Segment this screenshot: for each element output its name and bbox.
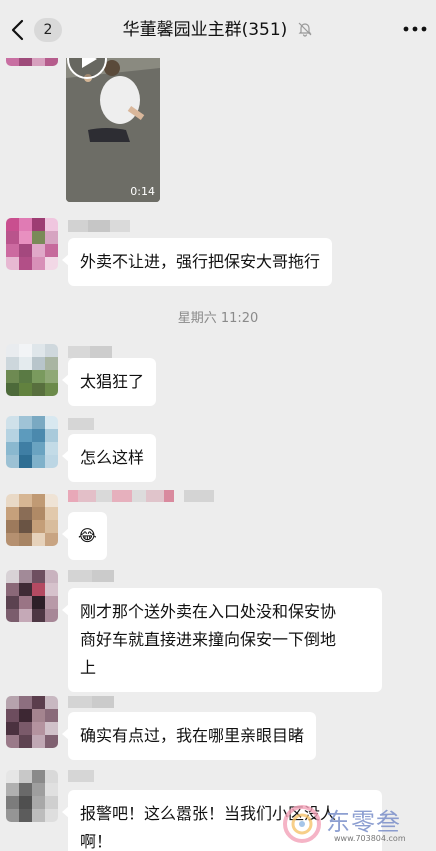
video-duration: 0:14	[130, 185, 155, 198]
video-message[interactable]: 0:14	[66, 38, 160, 202]
title-wrap: 华董馨园业主群(351)	[60, 18, 376, 42]
chevron-left-icon	[11, 19, 24, 41]
back-button[interactable]: 2	[8, 16, 62, 44]
message-bubble[interactable]: 刚才那个送外卖在入口处没和保安协 商好车就直接进来撞向保安一下倒地 上	[62, 588, 382, 692]
sender-name-redacted	[68, 490, 214, 502]
message-row: 太猖狂了	[0, 344, 436, 406]
message-bubble[interactable]: 太猖狂了	[61, 358, 157, 406]
avatar[interactable]	[6, 218, 58, 270]
watermark-brand: 东零叁	[326, 808, 401, 836]
unread-count-badge: 2	[34, 18, 62, 42]
avatar[interactable]	[6, 494, 58, 546]
mute-bell-icon	[298, 22, 312, 37]
sender-name-redacted	[68, 220, 130, 232]
sender-name-redacted	[68, 696, 114, 708]
watermark-logo-icon	[283, 805, 321, 843]
message-row: 确实有点过，我在哪里亲眼目睹	[0, 694, 436, 760]
avatar[interactable]	[6, 696, 58, 748]
avatar[interactable]	[6, 416, 58, 468]
chat-header: 2 华董馨园业主群(351)	[0, 0, 436, 58]
sender-name-redacted	[68, 346, 112, 358]
message-bubble[interactable]: 外卖不让进，强行把保安大哥拖行	[61, 238, 333, 286]
sender-name-redacted	[68, 418, 94, 430]
sender-name-redacted	[68, 770, 94, 782]
avatar[interactable]	[6, 344, 58, 396]
avatar[interactable]	[6, 770, 58, 822]
message-bubble[interactable]: 怎么这样	[61, 434, 157, 482]
avatar[interactable]	[6, 570, 58, 622]
chat-title: 华董馨园业主群(351)	[122, 20, 288, 40]
message-row: 😂	[0, 488, 436, 560]
watermark-url: www.703804.com	[334, 834, 406, 843]
more-options-icon[interactable]	[400, 18, 430, 40]
message-bubble[interactable]: 确实有点过，我在哪里亲眼目睹	[61, 712, 317, 760]
site-watermark: 东零叁 www.703804.com	[282, 800, 436, 851]
sender-name-redacted	[68, 570, 114, 582]
message-row: 怎么这样	[0, 416, 436, 482]
emoji-message-bubble[interactable]: 😂	[62, 512, 107, 560]
timestamp-divider: 星期六 11:20	[177, 311, 259, 326]
laughing-tears-emoji: 😂	[78, 526, 97, 545]
message-row: 外卖不让进，强行把保安大哥拖行	[0, 218, 436, 288]
message-row: 刚才那个送外卖在入口处没和保安协 商好车就直接进来撞向保安一下倒地 上	[0, 568, 436, 692]
